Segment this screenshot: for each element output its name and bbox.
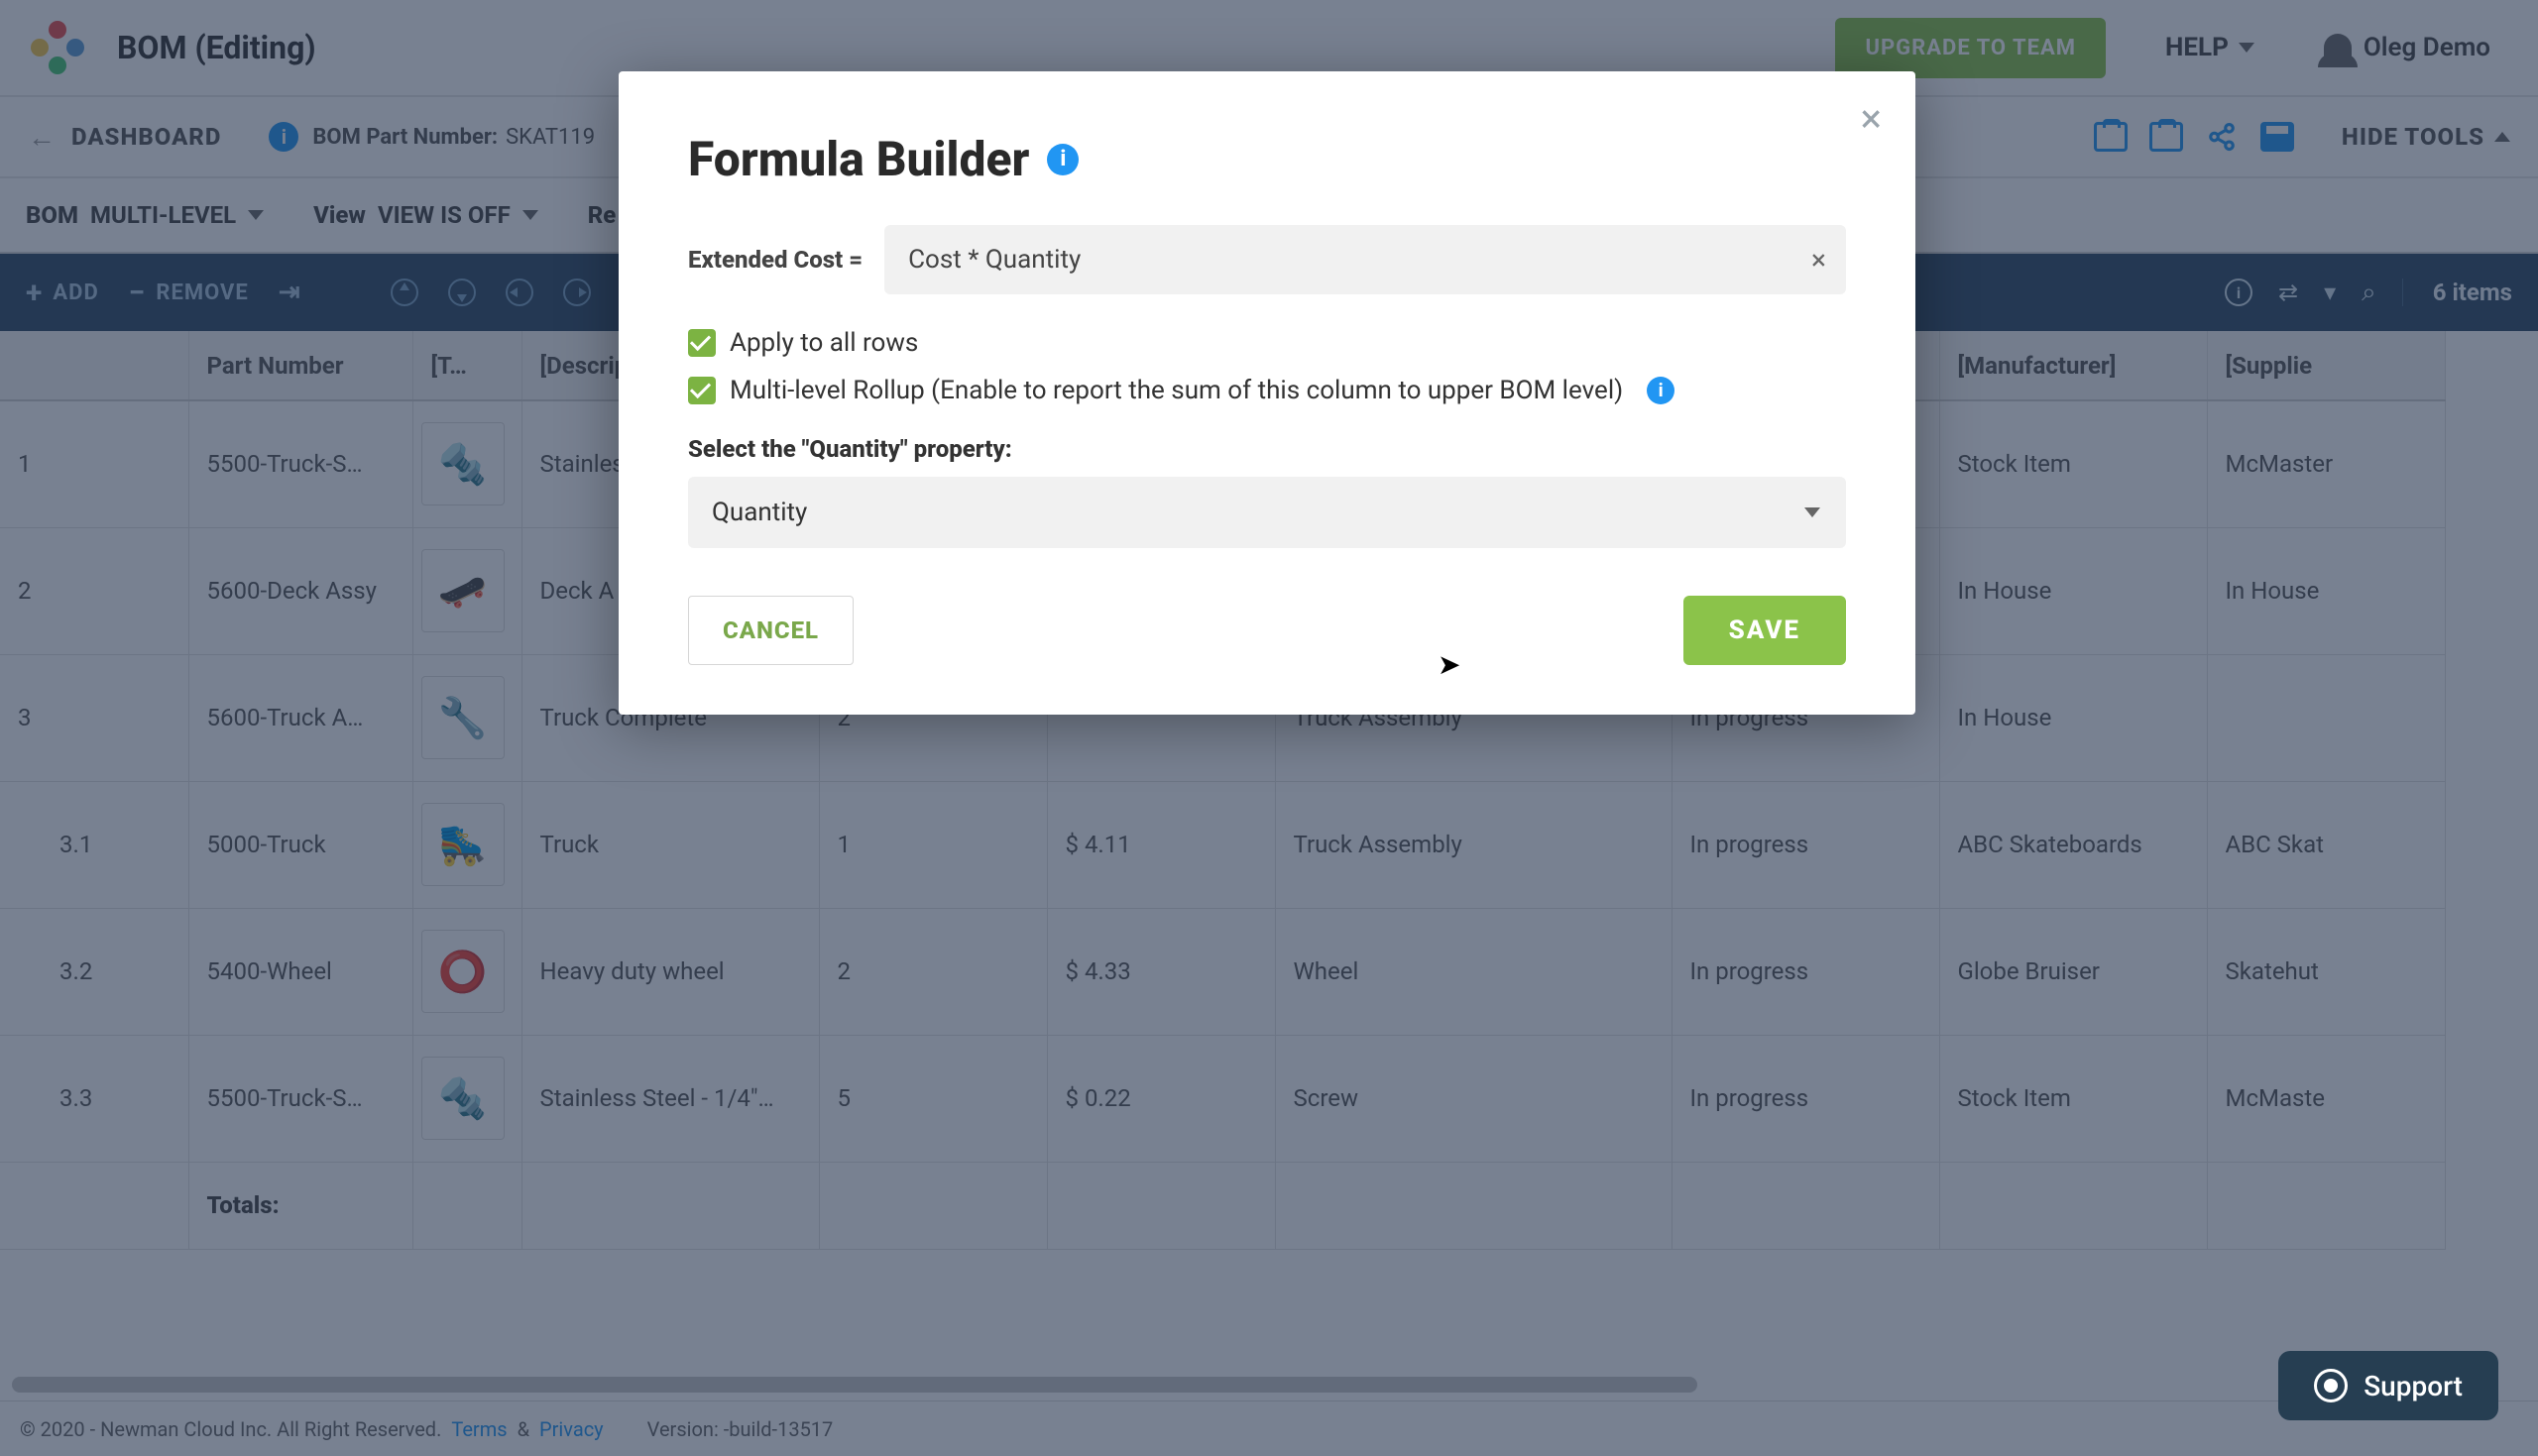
formula-input[interactable]: Cost * Quantity × bbox=[884, 225, 1846, 294]
checkbox-checked-icon bbox=[688, 377, 716, 404]
support-button[interactable]: Support bbox=[2278, 1351, 2498, 1420]
rollup-checkbox-row[interactable]: Multi-level Rollup (Enable to report the… bbox=[688, 376, 1846, 405]
quantity-select-label: Select the "Quantity" property: bbox=[688, 435, 1846, 463]
quantity-select-value: Quantity bbox=[712, 498, 807, 527]
cancel-button[interactable]: CANCEL bbox=[688, 596, 854, 665]
close-button[interactable]: × bbox=[1861, 99, 1882, 139]
chevron-down-icon bbox=[1804, 507, 1820, 517]
save-button[interactable]: SAVE bbox=[1683, 596, 1846, 665]
clear-button[interactable]: × bbox=[1811, 244, 1826, 277]
support-label: Support bbox=[2364, 1370, 2463, 1402]
modal-title: Formula Builder bbox=[688, 131, 1029, 187]
support-icon bbox=[2314, 1369, 2348, 1402]
formula-label: Extended Cost = bbox=[688, 246, 863, 274]
formula-value: Cost * Quantity bbox=[908, 245, 1081, 275]
apply-all-checkbox-row[interactable]: Apply to all rows bbox=[688, 328, 1846, 358]
checkbox-checked-icon bbox=[688, 329, 716, 357]
rollup-label: Multi-level Rollup (Enable to report the… bbox=[730, 376, 1623, 405]
formula-builder-modal: × Formula Builder i Extended Cost = Cost… bbox=[619, 71, 1915, 715]
info-icon[interactable]: i bbox=[1647, 377, 1674, 404]
info-icon[interactable]: i bbox=[1047, 144, 1079, 175]
quantity-select[interactable]: Quantity bbox=[688, 477, 1846, 548]
apply-all-label: Apply to all rows bbox=[730, 328, 918, 358]
